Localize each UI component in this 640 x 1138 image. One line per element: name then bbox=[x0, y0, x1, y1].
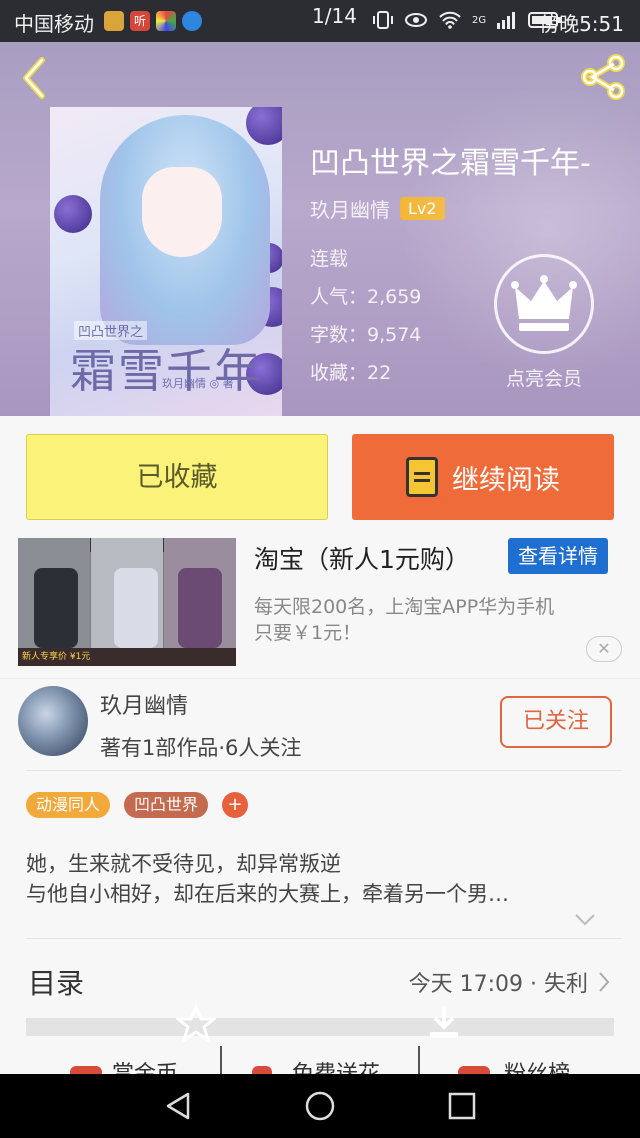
cover-author: 玖月幽情 ◎ 著 bbox=[162, 377, 234, 390]
separator bbox=[220, 1046, 222, 1076]
latest-chapter-text: 今天 17:09 · 失利 bbox=[408, 972, 588, 997]
ad-title[interactable]: 淘宝（新人1元购） bbox=[254, 540, 470, 576]
system-icons: 2G bbox=[372, 10, 562, 30]
ad-image[interactable]: 新人专享价 ¥1元 bbox=[18, 538, 236, 666]
author-avatar[interactable] bbox=[18, 686, 88, 756]
star-icon bbox=[176, 1004, 216, 1044]
chevron-down-icon bbox=[575, 914, 595, 926]
favorites-stat: 收藏：22 bbox=[310, 362, 392, 384]
cover-character-face bbox=[142, 167, 222, 257]
chevron-left-icon bbox=[23, 57, 45, 99]
ad-description: 每天限200名，上淘宝APP华为手机 只要￥1元！ bbox=[254, 594, 624, 646]
wifi-icon bbox=[439, 11, 461, 29]
ad-description-line: 每天限200名，上淘宝APP华为手机 bbox=[254, 596, 555, 618]
cover-title: 霜雪千年 bbox=[70, 344, 262, 398]
vip-crown-button[interactable] bbox=[494, 254, 594, 354]
network-type-label: 2G bbox=[472, 14, 487, 26]
crown-icon bbox=[511, 275, 577, 331]
colorful-app-icon bbox=[156, 11, 176, 31]
vibrate-icon bbox=[373, 11, 393, 29]
blue-app-icon bbox=[182, 11, 202, 31]
carrier-label: 中国移动 bbox=[14, 12, 94, 36]
synopsis-line: 与他自小相好，却在后来的大赛上，牵着另一个男… bbox=[26, 882, 509, 906]
nav-recents-icon[interactable] bbox=[446, 1090, 478, 1122]
author-card-summary: 著有1部作品·6人关注 bbox=[100, 736, 302, 760]
book-header: 凹凸世界之 霜雪千年 玖月幽情 ◎ 著 凹凸世界之霜雪千年- 玖月幽情 Lv2 … bbox=[0, 42, 640, 416]
ad-panel-caption: 新人专享价 ¥1元 bbox=[22, 652, 91, 662]
continue-reading-label: 继续阅读 bbox=[452, 464, 560, 496]
download-icon bbox=[430, 1006, 458, 1038]
cover-orb bbox=[54, 195, 92, 233]
clock: 傍晚5:51 bbox=[539, 12, 624, 36]
book-detail-content: 已收藏 继续阅读 新人专享价 ¥1元 淘宝（新人1元购） 查看详情 每天限200… bbox=[0, 416, 640, 1087]
tag-ao-tu-world[interactable]: 凹凸世界 bbox=[124, 792, 209, 818]
chevron-right-icon bbox=[599, 972, 610, 992]
ad-phone bbox=[34, 568, 78, 648]
synopsis-line: 她，生来就不受待见，却异常叛逆 bbox=[26, 852, 341, 876]
tag-anime-fanfic[interactable]: 动漫同人 bbox=[26, 792, 111, 818]
add-tag-button[interactable]: + bbox=[222, 792, 248, 818]
status-bar: 中国移动 听 1/14 2G 傍晚5:51 bbox=[0, 0, 640, 42]
page-counter: 1/14 bbox=[312, 4, 357, 28]
author-name[interactable]: 玖月幽情 bbox=[310, 194, 390, 223]
serial-status: 连载 bbox=[310, 248, 349, 270]
separator bbox=[418, 1046, 420, 1076]
ad-phone bbox=[178, 568, 222, 648]
ad-details-button[interactable]: 查看详情 bbox=[508, 538, 608, 574]
ting-app-icon: 听 bbox=[130, 11, 150, 31]
ad-image-caption: 新人专享价 ¥1元 bbox=[18, 648, 236, 666]
back-button[interactable] bbox=[16, 54, 56, 100]
cover-orb bbox=[246, 107, 282, 145]
follow-button[interactable]: 已关注 bbox=[500, 696, 612, 748]
continue-reading-button[interactable]: 继续阅读 bbox=[352, 434, 614, 520]
word-count-stat: 字数：9,574 bbox=[310, 324, 422, 346]
divider bbox=[26, 938, 622, 939]
eye-icon bbox=[405, 13, 427, 27]
divider bbox=[26, 770, 622, 771]
share-icon bbox=[581, 54, 625, 100]
latest-chapter[interactable]: 今天 17:09 · 失利 bbox=[409, 966, 610, 998]
navigation-bar bbox=[0, 1074, 640, 1138]
share-button[interactable] bbox=[578, 54, 628, 100]
nav-back-icon[interactable] bbox=[162, 1090, 194, 1122]
favorited-button[interactable]: 已收藏 bbox=[26, 434, 328, 520]
divider bbox=[0, 678, 640, 679]
author-row: 玖月幽情 Lv2 bbox=[310, 194, 445, 223]
ad-description-line: 只要￥1元！ bbox=[254, 622, 362, 644]
action-strip-background bbox=[26, 1018, 614, 1036]
book-cover[interactable]: 凹凸世界之 霜雪千年 玖月幽情 ◎ 著 bbox=[50, 107, 282, 416]
signal-icon bbox=[497, 12, 516, 29]
expand-synopsis-button[interactable] bbox=[574, 912, 596, 926]
vip-label[interactable]: 点亮会员 bbox=[480, 364, 608, 391]
notification-icons: 听 bbox=[104, 11, 202, 31]
nav-home-icon[interactable] bbox=[304, 1090, 336, 1122]
popularity-stat: 人气：2,659 bbox=[310, 286, 422, 308]
author-card-name[interactable]: 玖月幽情 bbox=[100, 688, 188, 720]
ad-close-button[interactable]: ✕ bbox=[586, 636, 622, 662]
book-icon bbox=[406, 457, 438, 497]
level-badge: Lv2 bbox=[400, 197, 445, 220]
book-title: 凹凸世界之霜雪千年- bbox=[310, 146, 591, 181]
wallet-app-icon bbox=[104, 11, 124, 31]
ad-phone bbox=[114, 568, 158, 648]
catalog-label[interactable]: 目录 bbox=[28, 962, 84, 1002]
